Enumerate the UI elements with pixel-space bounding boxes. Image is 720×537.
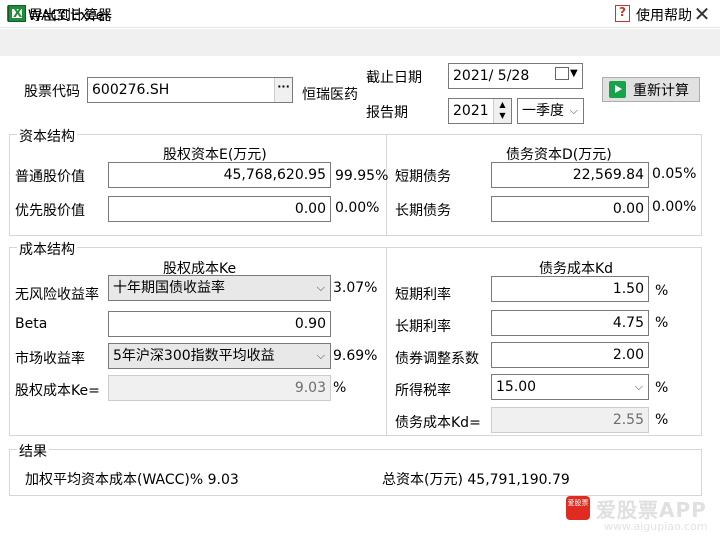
- risk-free-rate-select[interactable]: 十年期国债收益率 ⌵: [108, 275, 331, 301]
- long-rate-input[interactable]: 4.75: [491, 310, 649, 336]
- divider: [386, 248, 387, 435]
- calendar-icon[interactable]: [555, 67, 569, 80]
- help-button[interactable]: 使用帮助: [636, 5, 692, 25]
- recalculate-button[interactable]: 重新计算: [602, 77, 700, 102]
- common-stock-label: 普通股价值: [15, 169, 85, 185]
- market-return-label: 市场收益率: [15, 351, 85, 367]
- common-stock-pct: 99.95%: [335, 168, 389, 184]
- tax-rate-unit: %: [655, 380, 669, 396]
- equity-capital-title: 股权资本E(万元): [163, 147, 267, 163]
- debt-capital-title: 债务资本D(万元): [506, 147, 612, 163]
- common-stock-value: 45,768,620.95: [108, 162, 331, 188]
- watermark-logo: 爱股票: [566, 496, 590, 520]
- risk-free-rate-option: 十年期国债收益率: [113, 280, 225, 296]
- market-return-value: 9.69%: [333, 348, 378, 364]
- beta-label: Beta: [15, 316, 48, 332]
- long-rate-unit: %: [655, 315, 669, 331]
- preferred-stock-pct: 0.00%: [335, 200, 380, 216]
- cost-structure-title: 成本结构: [17, 239, 77, 259]
- wacc-result: 加权平均资本成本(WACC)% 9.03: [25, 472, 239, 488]
- excel-icon[interactable]: [8, 5, 26, 22]
- equity-cost-label: 股权成本Ke=: [15, 383, 100, 399]
- debt-cost-value: 2.55: [491, 407, 649, 433]
- tax-rate-label: 所得税率: [395, 383, 451, 399]
- export-excel-button[interactable]: 导出到Excel: [29, 5, 108, 25]
- play-icon: [609, 81, 626, 98]
- preferred-stock-value: 0.00: [108, 196, 331, 222]
- short-rate-input[interactable]: 1.50: [491, 276, 649, 302]
- report-period-label: 报告期: [366, 105, 408, 121]
- short-rate-unit: %: [655, 283, 669, 299]
- stock-picker-button[interactable]: ···: [274, 78, 292, 102]
- chevron-down-icon: ⌵: [316, 349, 325, 362]
- market-return-select[interactable]: 5年沪深300指数平均收益 ⌵: [108, 343, 331, 369]
- bond-adjust-input[interactable]: 2.00: [491, 342, 649, 368]
- help-icon[interactable]: [615, 5, 630, 22]
- short-rate-label: 短期利率: [395, 287, 451, 303]
- stock-code-input[interactable]: 600276.SH: [87, 77, 293, 103]
- long-debt-pct: 0.00%: [652, 199, 697, 215]
- year-spinner[interactable]: ▲ ▼: [493, 99, 511, 123]
- watermark-brand: 爱股票APP: [596, 498, 707, 522]
- stock-code-label: 股票代码: [24, 84, 80, 100]
- recalculate-label: 重新计算: [633, 83, 689, 99]
- preferred-stock-label: 优先股价值: [15, 203, 85, 219]
- risk-free-rate-value: 3.07%: [333, 280, 378, 296]
- bond-adjust-label: 债券调整系数: [395, 351, 479, 367]
- toolbar: [0, 29, 720, 56]
- market-return-option: 5年沪深300指数平均收益: [113, 348, 275, 364]
- total-capital-result: 总资本(万元) 45,791,190.79: [382, 472, 570, 488]
- divider: [386, 135, 387, 235]
- debt-cost-title: 债务成本Kd: [539, 261, 614, 277]
- chevron-down-icon: ⌵: [316, 281, 325, 294]
- tax-rate-value: 15.00: [496, 379, 537, 395]
- capital-structure-title: 资本结构: [17, 126, 77, 146]
- stock-name: 恒瑞医药: [302, 87, 358, 103]
- report-quarter-select[interactable]: 一季度 ⌵: [517, 98, 584, 124]
- end-date-label: 截止日期: [366, 70, 422, 86]
- equity-cost-value: 9.03: [108, 375, 331, 401]
- short-debt-pct: 0.05%: [652, 166, 697, 182]
- long-debt-value: 0.00: [491, 196, 649, 222]
- debt-cost-unit: %: [655, 412, 669, 428]
- long-rate-label: 长期利率: [395, 319, 451, 335]
- report-quarter-value: 一季度: [522, 103, 564, 119]
- short-debt-label: 短期债务: [395, 169, 451, 185]
- short-debt-value: 22,569.84: [491, 162, 649, 188]
- debt-cost-label: 债务成本Kd=: [395, 415, 481, 431]
- chevron-down-icon: ⌵: [569, 104, 578, 117]
- watermark-url: www.aigupiao.com: [604, 520, 708, 533]
- long-debt-label: 长期债务: [395, 203, 451, 219]
- tax-rate-select[interactable]: 15.00 ⌵: [491, 374, 649, 400]
- close-button[interactable]: ✕: [688, 0, 716, 28]
- result-title: 结果: [17, 441, 49, 461]
- beta-input[interactable]: 0.90: [108, 311, 331, 337]
- chevron-down-icon[interactable]: ▼: [570, 68, 578, 79]
- risk-free-rate-label: 无风险收益率: [15, 287, 99, 303]
- equity-cost-unit: %: [333, 380, 347, 396]
- chevron-down-icon: ⌵: [634, 380, 643, 393]
